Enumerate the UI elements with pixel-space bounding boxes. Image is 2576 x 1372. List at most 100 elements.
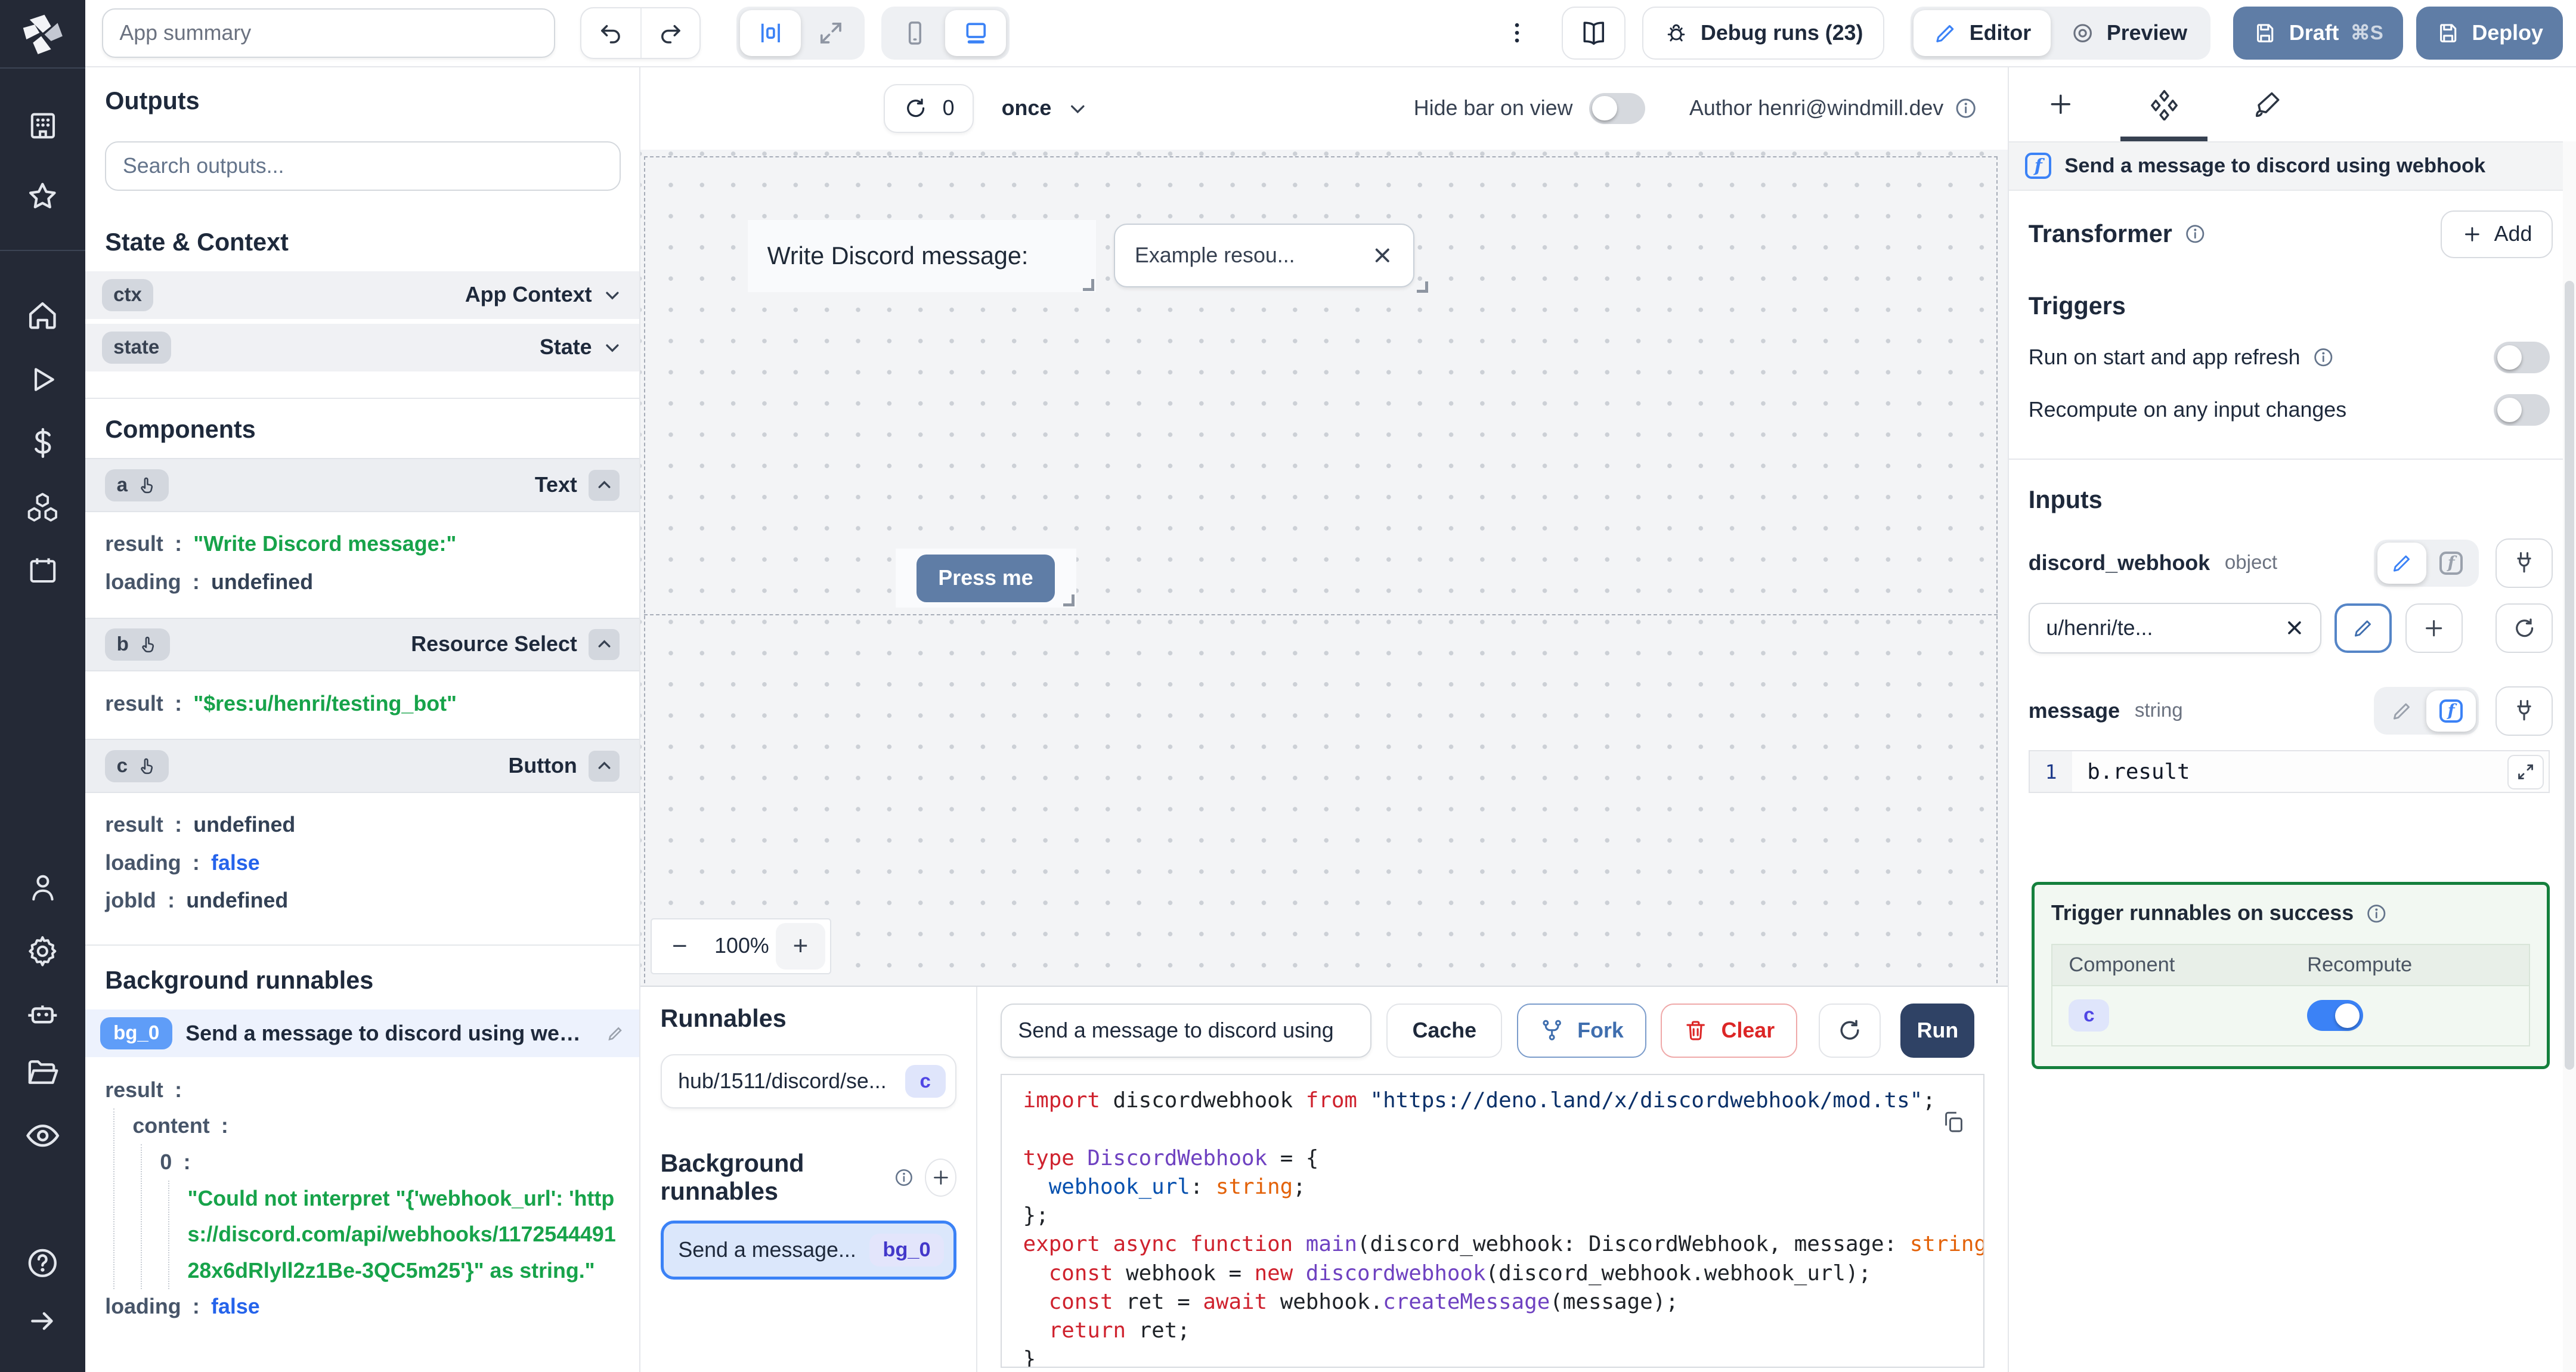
resize-handle[interactable] bbox=[1416, 281, 1428, 293]
hide-bar-toggle[interactable] bbox=[1589, 92, 1645, 124]
scrollbar-thumb[interactable] bbox=[2564, 281, 2575, 1070]
code-editor[interactable]: import discordwebhook from "https://deno… bbox=[1000, 1074, 1985, 1368]
info-icon[interactable] bbox=[2365, 902, 2388, 925]
settings-gear-icon[interactable] bbox=[0, 933, 85, 970]
folders-icon[interactable] bbox=[0, 1055, 85, 1091]
clear-x-icon[interactable] bbox=[2284, 617, 2305, 639]
kv-value[interactable]: undefined bbox=[211, 570, 313, 594]
help-icon[interactable] bbox=[0, 1245, 85, 1281]
refresh-count-button[interactable]: 0 bbox=[884, 83, 974, 134]
deploy-button[interactable]: Deploy bbox=[2416, 7, 2563, 60]
recompute-any-toggle[interactable] bbox=[2494, 394, 2550, 426]
bg-runnable-item-selected[interactable]: Send a message... bg_0 bbox=[660, 1220, 957, 1280]
info-icon[interactable] bbox=[2184, 222, 2207, 246]
chevron-up-icon[interactable] bbox=[589, 628, 620, 661]
ctx-row[interactable]: ctx App Context bbox=[85, 271, 640, 319]
kv-value[interactable]: undefined bbox=[193, 813, 295, 837]
draft-button[interactable]: Draft ⌘S bbox=[2233, 7, 2403, 60]
home-icon[interactable] bbox=[0, 298, 85, 334]
text-component[interactable]: Write Discord message: bbox=[747, 220, 1096, 293]
clear-button[interactable]: Clear bbox=[1661, 1003, 1797, 1058]
favorites-star-icon[interactable] bbox=[0, 179, 85, 215]
tab-preview[interactable]: Preview bbox=[2051, 10, 2207, 56]
kv-value[interactable]: undefined bbox=[186, 888, 288, 913]
docs-book-button[interactable] bbox=[1561, 7, 1626, 60]
mobile-view-button[interactable] bbox=[884, 10, 945, 56]
scrollbar-track[interactable] bbox=[2562, 141, 2576, 1372]
static-pencil-mode[interactable] bbox=[2377, 543, 2427, 584]
resource-select[interactable]: u/henri/te... bbox=[2028, 602, 2322, 654]
undo-button[interactable] bbox=[581, 8, 640, 58]
refresh-script-button[interactable] bbox=[1818, 1003, 1881, 1058]
zoom-in-button[interactable]: + bbox=[776, 923, 825, 970]
tree-key[interactable]: content bbox=[132, 1114, 209, 1138]
runs-play-icon[interactable] bbox=[0, 363, 85, 396]
state-row[interactable]: state State bbox=[85, 324, 640, 371]
tree-string-value[interactable]: "Could not interpret "{'webhook_url': 'h… bbox=[187, 1181, 620, 1289]
component-row-a[interactable]: a Text bbox=[85, 458, 640, 513]
chevron-up-icon[interactable] bbox=[589, 750, 620, 782]
add-resource-button[interactable] bbox=[2405, 603, 2463, 653]
fork-button[interactable]: Fork bbox=[1517, 1003, 1646, 1058]
schedule-dropdown[interactable]: once bbox=[1002, 96, 1089, 120]
tab-component-settings[interactable] bbox=[2112, 67, 2216, 141]
edit-pencil-icon[interactable] bbox=[606, 1024, 624, 1042]
message-expression[interactable]: b.result bbox=[2072, 751, 2549, 792]
edit-resource-button[interactable] bbox=[2334, 603, 2392, 653]
workspace-icon[interactable] bbox=[0, 109, 85, 143]
clear-x-icon[interactable] bbox=[1371, 244, 1394, 267]
resize-handle[interactable] bbox=[1063, 594, 1075, 606]
redo-button[interactable] bbox=[640, 8, 699, 58]
static-pencil-mode[interactable] bbox=[2377, 690, 2427, 732]
search-outputs-input[interactable] bbox=[105, 141, 621, 191]
connect-plug-button[interactable] bbox=[2496, 538, 2553, 588]
runnable-item[interactable]: hub/1511/discord/se... c bbox=[660, 1054, 957, 1109]
tree-key[interactable]: result bbox=[105, 1078, 163, 1102]
add-bg-runnable-button[interactable] bbox=[924, 1159, 957, 1197]
audit-eye-icon[interactable] bbox=[0, 1117, 85, 1154]
copy-icon[interactable] bbox=[1940, 1109, 1965, 1135]
kv-value[interactable]: "$res:u/henri/testing_bot" bbox=[193, 692, 457, 716]
billing-dollar-icon[interactable] bbox=[0, 426, 85, 460]
info-icon[interactable] bbox=[893, 1167, 915, 1188]
component-row-b[interactable]: b Resource Select bbox=[85, 617, 640, 672]
expand-editor-icon[interactable] bbox=[2507, 754, 2544, 789]
chevron-up-icon[interactable] bbox=[589, 469, 620, 501]
eval-function-mode[interactable]: f bbox=[2426, 690, 2476, 732]
add-transformer-button[interactable]: Add bbox=[2440, 210, 2553, 258]
refresh-resource-button[interactable] bbox=[2496, 603, 2553, 653]
component-row-c[interactable]: c Button bbox=[85, 739, 640, 794]
script-name-input[interactable] bbox=[1000, 1003, 1372, 1058]
tab-styling[interactable] bbox=[2216, 67, 2320, 141]
app-summary-input[interactable] bbox=[101, 8, 556, 58]
recompute-c-toggle[interactable] bbox=[2307, 1000, 2363, 1032]
desktop-view-button[interactable] bbox=[945, 10, 1007, 57]
message-expr-editor[interactable]: 1 b.result bbox=[2028, 750, 2550, 794]
collapse-arrow-icon[interactable] bbox=[0, 1305, 85, 1337]
press-me-button[interactable]: Press me bbox=[917, 554, 1055, 602]
cache-button[interactable]: Cache bbox=[1386, 1003, 1503, 1058]
connect-plug-button[interactable] bbox=[2496, 686, 2553, 736]
tab-editor[interactable]: Editor bbox=[1914, 10, 2051, 57]
workers-robot-icon[interactable] bbox=[0, 996, 85, 1032]
resources-cubes-icon[interactable] bbox=[0, 490, 85, 526]
schedules-calendar-icon[interactable] bbox=[0, 553, 85, 588]
windmill-logo-icon[interactable] bbox=[0, 13, 85, 56]
fullscreen-button[interactable] bbox=[801, 10, 862, 56]
kv-value[interactable]: "Write Discord message:" bbox=[193, 532, 456, 556]
info-icon[interactable] bbox=[2312, 346, 2335, 369]
bg-runnable-row[interactable]: bg_0 Send a message to discord using web… bbox=[85, 1009, 640, 1058]
tree-loading-value[interactable]: false bbox=[211, 1294, 260, 1319]
zoom-out-button[interactable]: − bbox=[652, 919, 708, 973]
kv-value[interactable]: false bbox=[211, 851, 260, 875]
run-button[interactable]: Run bbox=[1900, 1003, 1975, 1058]
run-on-start-toggle[interactable] bbox=[2494, 342, 2550, 373]
more-menu-button[interactable] bbox=[1497, 20, 1537, 46]
app-canvas[interactable]: Write Discord message: Example resou... … bbox=[640, 149, 2008, 986]
info-icon[interactable] bbox=[1953, 96, 1978, 120]
resource-select-component[interactable]: Example resou... bbox=[1113, 223, 1428, 293]
center-align-button[interactable] bbox=[739, 10, 801, 57]
eval-function-mode[interactable]: f bbox=[2426, 543, 2476, 584]
debug-runs-button[interactable]: Debug runs (23) bbox=[1642, 7, 1884, 60]
users-icon[interactable] bbox=[0, 871, 85, 905]
